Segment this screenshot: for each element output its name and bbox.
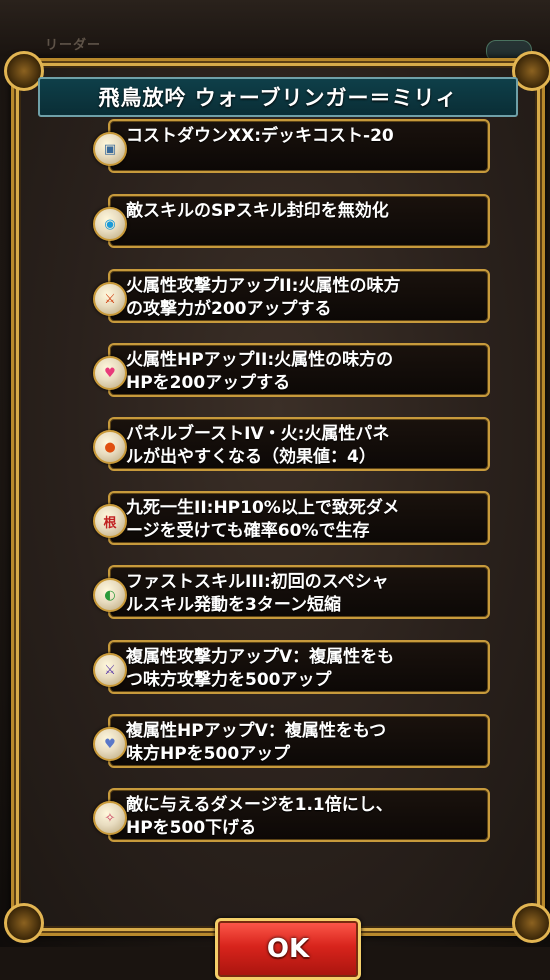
skill-dialog: 飛鳥放吟 ウォーブリンガー＝ミリィ ▣ コストダウンXX:デッキコスト-20 ◉ 敵ス… — [4, 51, 550, 980]
ok-button-label: OK — [266, 934, 310, 964]
heart-icon: ♥ — [93, 356, 127, 390]
skill-description: パネルブーストIV・火:火属性パネ ルが出やすくなる（効果値：4） — [126, 424, 390, 467]
skill-description: コストダウンXX:デッキコスト-20 — [126, 126, 394, 146]
skill-row: ✧ 敵に与えるダメージを1.1倍にし、 HPを500下げる — [93, 788, 490, 842]
skill-description: 複属性攻撃力アップV：複属性をも つ味方攻撃力を500アップ — [126, 647, 395, 690]
skill-row: ● パネルブーストIV・火:火属性パネ ルが出やすくなる（効果値：4） — [93, 417, 490, 471]
skill-row: ◐ ファストスキルIII:初回のスペシャ ルスキル発動を3ターン短縮 — [93, 565, 490, 619]
skill-row: ♥ 複属性HPアップV：複属性をもつ 味方HPを500アップ — [93, 714, 490, 768]
skill-row: 根九死一生II:HP10%以上で致死ダメ ージを受けても確率60%で生存 — [93, 491, 490, 545]
skill-description: 敵に与えるダメージを1.1倍にし、 HPを500下げる — [126, 795, 393, 838]
corner-ornament — [512, 903, 550, 943]
skill-row: ▣ コストダウンXX:デッキコスト-20 — [93, 119, 490, 173]
dialog-title-bar: 飛鳥放吟 ウォーブリンガー＝ミリィ — [38, 77, 518, 117]
corner-ornament — [4, 903, 44, 943]
fire-sword-icon: ⚔ — [93, 282, 127, 316]
skill-description: 敵スキルのSPスキル封印を無効化 — [126, 201, 389, 221]
skill-description: 九死一生II:HP10%以上で致死ダメ ージを受けても確率60%で生存 — [126, 498, 400, 541]
skill-row: ♥ 火属性HPアップII:火属性の味方の HPを200アップする — [93, 343, 490, 397]
fast-skill-icon: ◐ — [93, 578, 127, 612]
card-name-title: 飛鳥放吟 ウォーブリンガー＝ミリィ — [98, 86, 458, 110]
skill-row: ⚔ 火属性攻撃力アップII:火属性の味方 の攻撃力が200アップする — [93, 269, 490, 323]
skill-description: 複属性HPアップV：複属性をもつ 味方HPを500アップ — [126, 721, 387, 764]
ok-button[interactable]: OK — [215, 918, 361, 980]
blue-orb-icon: ◉ — [93, 207, 127, 241]
skill-description: ファストスキルIII:初回のスペシャ ルスキル発動を3ターン短縮 — [126, 572, 389, 615]
damage-up-icon: ✧ — [93, 801, 127, 835]
skill-row: ⚔ 複属性攻撃力アップV：複属性をも つ味方攻撃力を500アップ — [93, 640, 490, 694]
skill-row: ◉ 敵スキルのSPスキル封印を無効化 — [93, 194, 490, 248]
cost-card-icon: ▣ — [93, 132, 127, 166]
skill-description: 火属性HPアップII:火属性の味方の HPを200アップする — [126, 350, 394, 393]
multi-heart-icon: ♥ — [93, 727, 127, 761]
skill-description: 火属性攻撃力アップII:火属性の味方 の攻撃力が200アップする — [126, 276, 401, 319]
fire-orb-icon: ● — [93, 430, 127, 464]
background-leader-label: リーダー — [45, 38, 102, 53]
multi-sword-icon: ⚔ — [93, 653, 127, 687]
endure-icon: 根 — [93, 504, 127, 538]
